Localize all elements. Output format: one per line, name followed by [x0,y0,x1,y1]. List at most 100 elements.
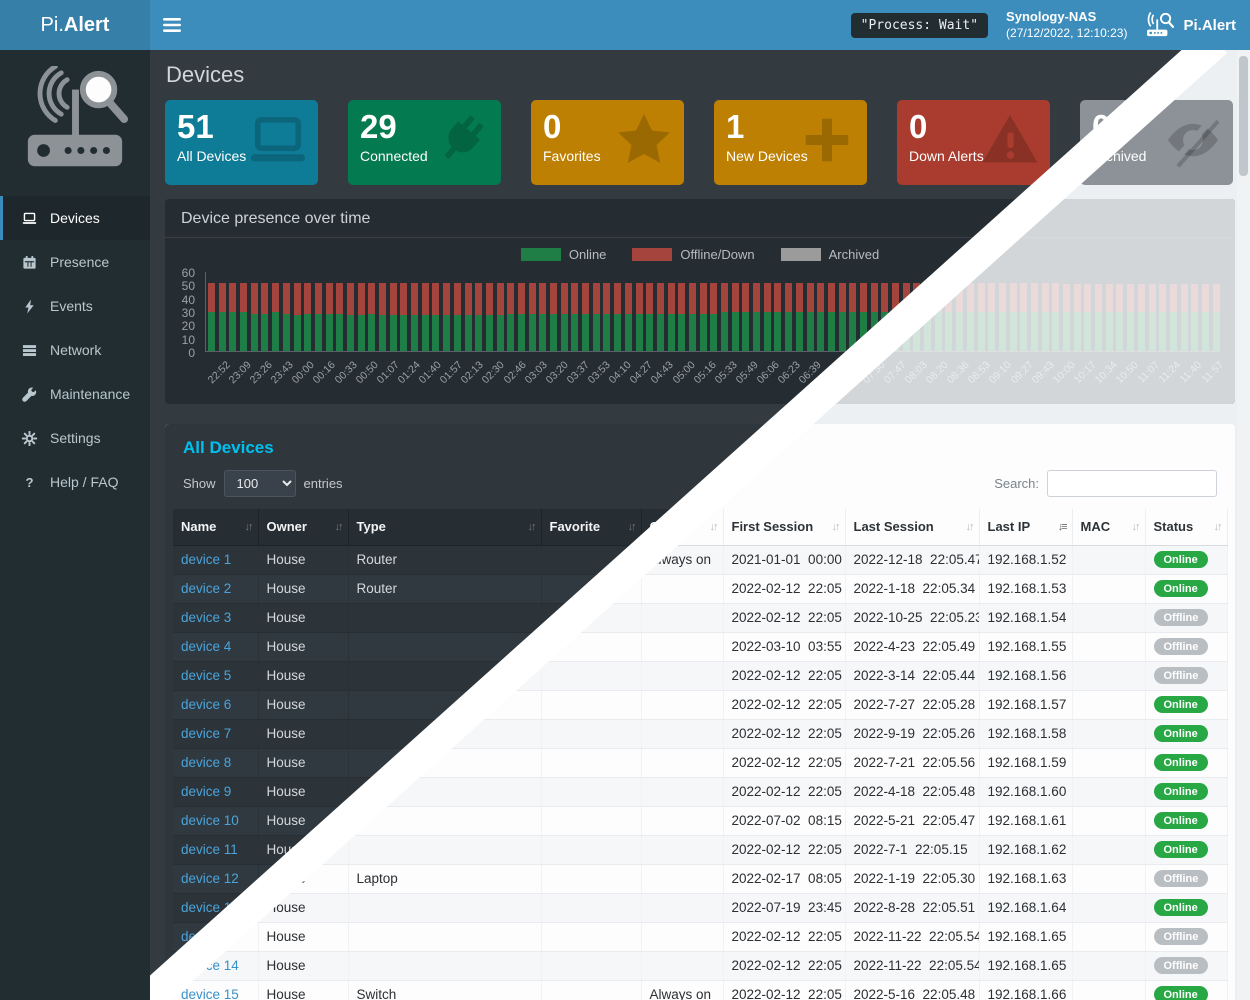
column-header-status[interactable]: Status↓↑ [1145,509,1227,545]
stacked-bar [1138,284,1145,351]
cell-owner: House [267,958,306,973]
device-name-link[interactable]: device 4 [181,639,231,654]
stacked-bar [304,283,311,351]
device-name-link[interactable]: device 15 [181,987,239,1000]
table-toolbar: Show 100 entries Search: [165,458,1235,507]
column-header-type[interactable]: Type↓↑ [348,509,541,545]
search-input[interactable] [1047,470,1217,497]
offline-segment [550,283,557,314]
x-tick-label: 04:27 [628,355,649,401]
page-scrollbar[interactable] [1237,50,1250,1000]
summary-card-new-devices[interactable]: 1New Devices [714,100,867,185]
online-segment [240,312,247,351]
x-tick-label: 11:40 [1177,355,1198,401]
card-label: New Devices [726,148,855,164]
offline-segment [603,283,610,314]
cell-first-session: 2022-02-12 22:05 [732,929,842,944]
sidebar-item-devices[interactable]: Devices [0,196,150,240]
hamburger-menu-icon[interactable] [150,0,194,50]
cell-owner: House [267,610,306,625]
stacked-bar [422,283,429,351]
presence-chart-panel: Device presence over time OnlineOffline/… [165,199,1235,404]
summary-card-all-devices[interactable]: 51All Devices [165,100,318,185]
stacked-bar [913,283,920,351]
summary-card-connected[interactable]: 29Connected [348,100,501,185]
device-name-link[interactable]: device 7 [181,726,231,741]
cell-type: Switch [357,987,397,1000]
sort-icon: ↓↑ [1132,521,1139,533]
summary-card-down-alerts[interactable]: 0Down Alerts [897,100,1050,185]
device-name-link[interactable]: device 11 [181,842,238,857]
x-tick-label: 05:49 [733,355,754,401]
offline-segment [454,283,461,315]
stacked-bar [614,283,621,351]
devices-table-stack: Name↓↑Owner↓↑Type↓↑Favorite↓↑Group↓↑Firs… [173,509,1227,1000]
sort-icon: ↓↑ [628,521,635,533]
sidebar-item-settings[interactable]: Settings [0,416,150,460]
column-header-last-ip[interactable]: Last IP↓≡ [979,509,1072,545]
device-name-link[interactable]: device 8 [181,755,231,770]
host-info: Synology-NAS (27/12/2022, 12:10:23) [1006,9,1127,40]
device-name-link[interactable]: device 3 [181,610,231,625]
offline-segment [710,283,717,314]
online-segment [967,312,974,351]
summary-card-archived[interactable]: 0Archived [1080,100,1233,185]
cell-last-session: 2022-7-21 22:05.56 [854,755,976,770]
cell-first-session: 2022-02-12 22:05 [732,842,842,857]
offline-segment [507,283,514,314]
offline-segment [1074,284,1081,312]
sidebar-item-label: Presence [50,254,109,270]
column-header-owner[interactable]: Owner↓↑ [258,509,348,545]
sidebar-item-network[interactable]: Network [0,328,150,372]
device-name-link[interactable]: device 13 [181,900,239,915]
stacked-bar [1095,284,1102,351]
status-badge: Offline [1154,928,1209,945]
scrollbar-thumb[interactable] [1239,56,1248,176]
sidebar-item-presence[interactable]: Presence [0,240,150,284]
column-header-mac[interactable]: MAC↓↑ [1072,509,1145,545]
offline-segment [860,283,867,312]
device-name-link[interactable]: device 6 [181,697,231,712]
column-header-first-session[interactable]: First Session↓↑ [723,509,845,545]
x-tick-label: 11:24 [1156,355,1177,401]
offline-segment [304,283,311,314]
online-segment [1181,312,1188,351]
stacked-bar [796,283,803,351]
device-name-link[interactable]: device 5 [181,668,231,683]
device-name-link[interactable]: device 9 [181,784,231,799]
column-header-favorite[interactable]: Favorite↓↑ [541,509,641,545]
x-tick-label: 09:43 [1029,355,1050,401]
online-segment [507,314,514,351]
device-name-link[interactable]: device 2 [181,581,231,596]
legend-swatch [521,248,561,261]
sidebar-item-maintenance[interactable]: Maintenance [0,372,150,416]
online-segment [593,314,600,351]
sidebar-item-help-faq[interactable]: ?Help / FAQ [0,460,150,504]
cell-owner: House [267,581,306,596]
cell-owner: House [267,929,306,944]
x-tick-label: 00:00 [290,355,311,401]
cell-owner: House [267,755,306,770]
stacked-bar [764,283,771,351]
stacked-bar [1170,284,1177,351]
device-name-link[interactable]: device 12 [181,871,239,886]
status-badge: Offline [1154,609,1209,626]
offline-segment [1052,283,1059,312]
brand-logo[interactable]: Pi.Alert [0,0,150,50]
summary-card-favorites[interactable]: 0Favorites [531,100,684,185]
device-name-link[interactable]: device 10 [181,813,239,828]
cell-last-ip: 192.168.1.58 [988,726,1067,741]
sort-icon: ↓↑ [528,521,535,533]
online-segment [636,314,643,351]
status-badge: Online [1154,580,1208,597]
offline-segment [732,283,739,312]
column-header-last-session[interactable]: Last Session↓↑ [845,509,979,545]
device-name-link[interactable]: device 14 [181,958,239,973]
cell-owner: House [267,900,306,915]
sidebar-item-events[interactable]: Events [0,284,150,328]
entries-select[interactable]: 100 [224,470,296,497]
x-tick-label: 10:17 [1071,355,1092,401]
device-name-link[interactable]: device 1 [181,552,231,567]
column-header-name[interactable]: Name↓↑ [173,509,258,545]
offline-segment [764,283,771,312]
